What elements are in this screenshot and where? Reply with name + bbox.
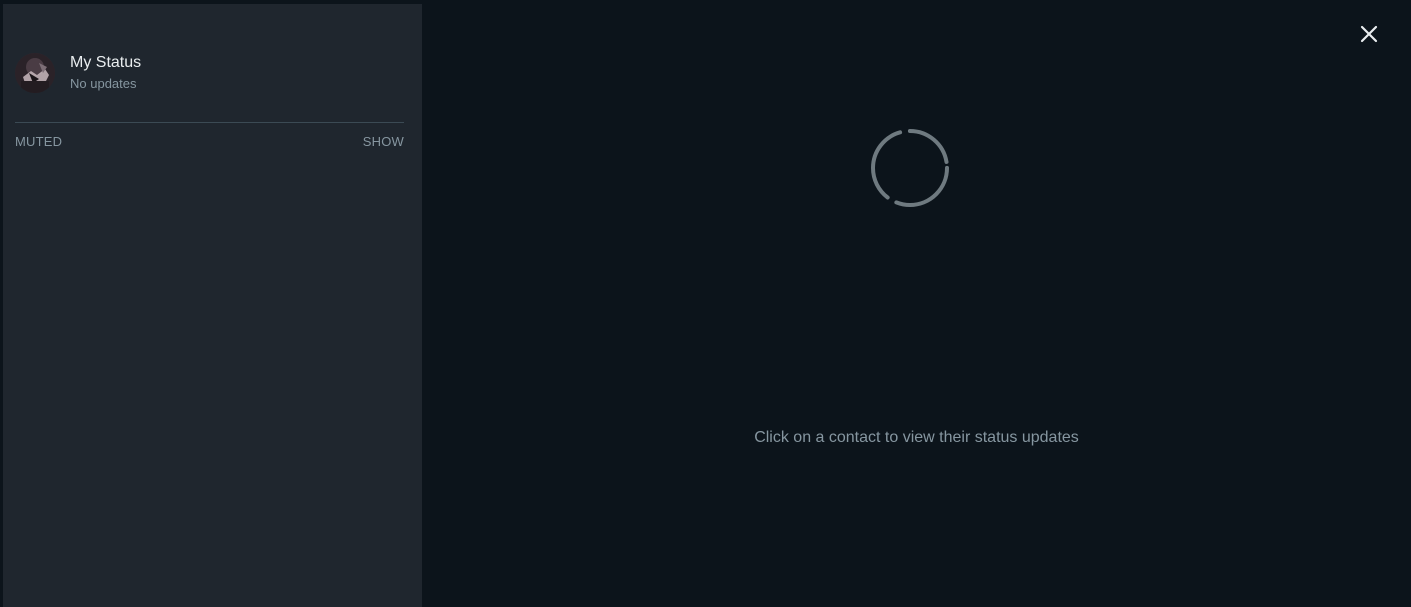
avatar-image (15, 53, 55, 93)
status-hint-text: Click on a contact to view their status … (754, 429, 1079, 446)
section-divider (15, 122, 404, 123)
my-status-title: My Status (70, 54, 142, 71)
status-sidebar: My Status No updates MUTED SHOW (3, 4, 422, 607)
my-status-item[interactable]: My Status No updates (15, 49, 404, 97)
my-status-text: My Status No updates (70, 53, 141, 93)
my-status-subtitle: No updates (70, 76, 137, 91)
close-icon (1360, 25, 1378, 43)
avatar (15, 53, 55, 93)
status-viewer: My Status No updates MUTED SHOW Click on… (0, 0, 1411, 607)
muted-label: MUTED (15, 133, 63, 149)
loading-spinner-icon (870, 128, 950, 208)
show-muted-button[interactable]: SHOW (363, 134, 404, 149)
muted-section-header: MUTED SHOW (15, 132, 404, 150)
close-button[interactable] (1356, 21, 1382, 47)
